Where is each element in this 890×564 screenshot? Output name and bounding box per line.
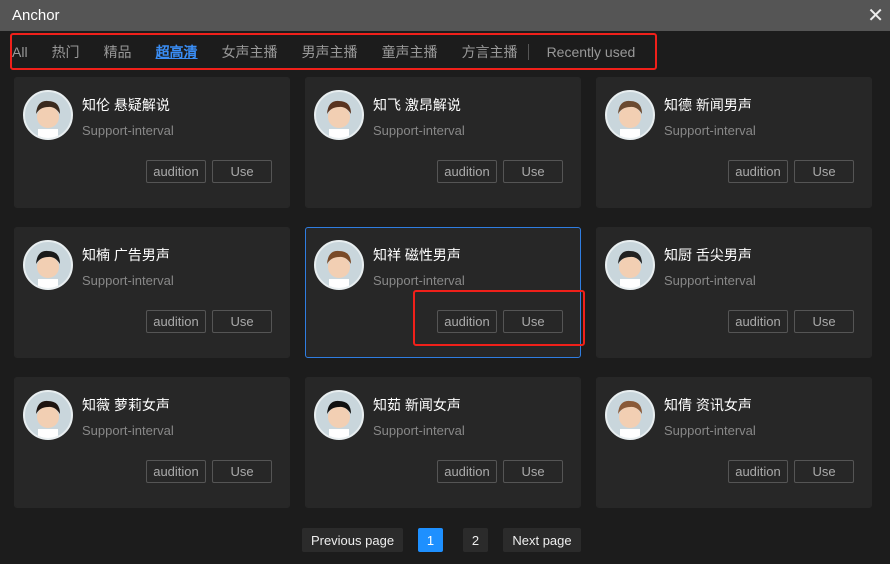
avatar [23,90,73,140]
audition-button[interactable]: audition [728,310,788,333]
anchor-card[interactable]: 知厨 舌尖男声 Support-interval audition Use [596,227,872,358]
use-button[interactable]: Use [212,460,272,483]
anchor-name: 知飞 激昂解说 [373,97,461,113]
page-1-button[interactable]: 1 [418,528,443,552]
use-button[interactable]: Use [794,160,854,183]
audition-button[interactable]: audition [728,460,788,483]
use-button[interactable]: Use [794,460,854,483]
use-button[interactable]: Use [212,310,272,333]
avatar [605,240,655,290]
anchor-name: 知薇 萝莉女声 [82,397,170,413]
avatar [23,240,73,290]
audition-button[interactable]: audition [437,460,497,483]
anchor-feature: Support-interval [82,273,174,288]
anchor-card[interactable]: 知茹 新闻女声 Support-interval audition Use [305,377,581,508]
anchor-name: 知伦 悬疑解说 [82,97,170,113]
next-page-button[interactable]: Next page [503,528,581,552]
anchor-name: 知倩 资讯女声 [664,397,752,413]
window-title: Anchor [12,7,60,24]
anchor-card[interactable]: 知伦 悬疑解说 Support-interval audition Use [14,77,290,208]
previous-page-button[interactable]: Previous page [302,528,403,552]
anchor-card[interactable]: 知楠 广告男声 Support-interval audition Use [14,227,290,358]
anchor-feature: Support-interval [373,423,465,438]
page-2-button[interactable]: 2 [463,528,488,552]
anchor-feature: Support-interval [664,423,756,438]
anchor-name: 知厨 舌尖男声 [664,247,752,263]
anchor-feature: Support-interval [373,123,465,138]
anchor-card[interactable]: 知薇 萝莉女声 Support-interval audition Use [14,377,290,508]
audition-button[interactable]: audition [146,460,206,483]
avatar [605,90,655,140]
anchor-card[interactable]: 知德 新闻男声 Support-interval audition Use [596,77,872,208]
use-button[interactable]: Use [212,160,272,183]
anchor-feature: Support-interval [82,423,174,438]
anchor-feature: Support-interval [373,273,465,288]
use-button[interactable]: Use [503,160,563,183]
anchor-name: 知祥 磁性男声 [373,247,461,263]
avatar [314,240,364,290]
anchor-card[interactable]: 知飞 激昂解说 Support-interval audition Use [305,77,581,208]
audition-button[interactable]: audition [146,310,206,333]
avatar [314,390,364,440]
anchor-name: 知茹 新闻女声 [373,397,461,413]
audition-button[interactable]: audition [146,160,206,183]
anchor-card[interactable]: 知倩 资讯女声 Support-interval audition Use [596,377,872,508]
title-bar: Anchor ✕ [0,0,890,31]
use-button[interactable]: Use [794,310,854,333]
highlight-box-buttons [413,290,585,346]
anchor-feature: Support-interval [664,123,756,138]
anchor-feature: Support-interval [82,123,174,138]
avatar [23,390,73,440]
anchor-name: 知德 新闻男声 [664,97,752,113]
highlight-box-tabs [10,33,657,70]
avatar [605,390,655,440]
anchor-name: 知楠 广告男声 [82,247,170,263]
close-icon[interactable]: ✕ [867,3,884,28]
anchor-feature: Support-interval [664,273,756,288]
avatar [314,90,364,140]
use-button[interactable]: Use [503,460,563,483]
audition-button[interactable]: audition [437,160,497,183]
audition-button[interactable]: audition [728,160,788,183]
